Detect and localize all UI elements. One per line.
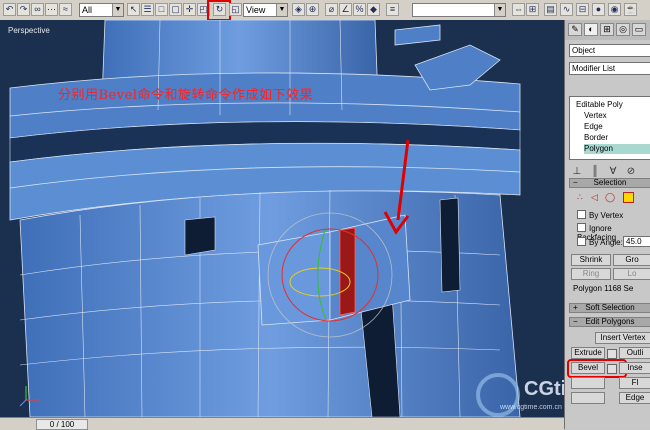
angle-snap-icon[interactable]: ∠ bbox=[339, 3, 352, 16]
render-scene-icon[interactable]: ◉ bbox=[608, 3, 621, 16]
subobject-level-row: ∴ ◁ ◯ bbox=[575, 192, 650, 206]
bind-space-warp-icon[interactable]: ≈ bbox=[59, 3, 72, 16]
chevron-down-icon: ▼ bbox=[276, 4, 287, 16]
selection-status-text: Polygon 1168 Se bbox=[573, 284, 634, 293]
selection-filter-dropdown[interactable]: All ▼ bbox=[79, 3, 124, 17]
stack-subobject-edge[interactable]: Edge bbox=[584, 122, 650, 132]
display-tab-icon[interactable]: ▭ bbox=[632, 23, 646, 36]
bevel-highlight bbox=[567, 359, 627, 378]
layer-manager-icon[interactable]: ▤ bbox=[544, 3, 557, 16]
frame-counter[interactable]: 0 / 100 bbox=[36, 419, 88, 430]
shrink-button[interactable]: Shrink bbox=[571, 254, 611, 266]
pivot-center-icon[interactable]: ◈ bbox=[292, 3, 305, 16]
make-unique-icon[interactable]: ∀ bbox=[607, 166, 619, 178]
select-object-icon[interactable]: ↖ bbox=[127, 3, 140, 16]
viewport-scene bbox=[0, 20, 564, 417]
ring-button[interactable]: Ring bbox=[571, 268, 611, 280]
command-panel: ✎ ◐ ⊞ ◎ ▭ Object Modifier List Editable … bbox=[564, 20, 650, 429]
hierarchy-tab-icon[interactable]: ⊞ bbox=[600, 23, 614, 36]
material-editor-icon[interactable]: ● bbox=[592, 3, 605, 16]
modifier-stack[interactable]: Editable Poly Vertex Edge Border Polygon bbox=[569, 96, 650, 160]
extrude-settings-icon[interactable] bbox=[607, 349, 617, 359]
stack-editable-poly[interactable]: Editable Poly bbox=[576, 100, 650, 110]
redo-icon[interactable]: ↷ bbox=[17, 3, 30, 16]
align-icon[interactable]: ⊞ bbox=[526, 3, 539, 16]
annotation-text: 分别用Bevel命令和旋转命令作成如下效果 bbox=[58, 88, 313, 103]
snaps-toggle-icon[interactable]: ⌀ bbox=[325, 3, 338, 16]
soft-selection-title: Soft Selection bbox=[585, 303, 635, 312]
rotate-tool-highlight bbox=[207, 0, 231, 21]
bridge-button[interactable] bbox=[571, 377, 605, 389]
object-name-field[interactable]: Object bbox=[569, 44, 650, 57]
by-angle-label: By Angle: bbox=[589, 238, 623, 247]
reference-coordinate-value: View bbox=[246, 5, 266, 15]
mirror-icon[interactable]: ⇔ bbox=[512, 3, 525, 16]
edit-polygons-title: Edit Polygons bbox=[585, 317, 635, 326]
spinner-snap-icon[interactable]: ◆ bbox=[367, 3, 380, 16]
stack-subobject-border[interactable]: Border bbox=[584, 133, 650, 143]
remove-modifier-icon[interactable]: ⊘ bbox=[625, 166, 637, 178]
edit-named-selections-icon[interactable]: ≡ bbox=[386, 3, 399, 16]
grow-button[interactable]: Gro bbox=[613, 254, 650, 266]
watermark-brand: CGtime bbox=[524, 378, 564, 400]
insert-vertex-button[interactable]: Insert Vertex bbox=[595, 332, 650, 344]
selection-rollout-title: Selection bbox=[593, 178, 627, 187]
perspective-viewport[interactable]: Perspective 分别用Bevel命令和旋转命令作成如下效果 CGtime… bbox=[0, 20, 564, 417]
manipulate-icon[interactable]: ⊕ bbox=[306, 3, 319, 16]
modifier-list-dropdown[interactable]: Modifier List bbox=[569, 62, 650, 75]
by-vertex-checkbox[interactable]: By Vertex bbox=[577, 210, 623, 220]
loop-button[interactable]: Lo bbox=[613, 268, 650, 280]
command-panel-tabs: ✎ ◐ ⊞ ◎ ▭ bbox=[565, 20, 650, 40]
schematic-view-icon[interactable]: ⊟ bbox=[576, 3, 589, 16]
vertex-level-icon[interactable]: ∴ bbox=[577, 192, 583, 203]
undo-icon[interactable]: ↶ bbox=[3, 3, 16, 16]
border-level-icon[interactable]: ◯ bbox=[605, 192, 615, 203]
watermark-url: www.cgtime.com.cn bbox=[500, 404, 562, 411]
main-toolbar: ↶ ↷ ∞ ⋯ ≈ All ▼ ↖ ☰ □ ▢ ✛ ◰ ↻ ◱ View ▼ ◈ ⊕… bbox=[0, 0, 650, 21]
inset-button[interactable]: Inse bbox=[619, 362, 650, 374]
pin-stack-icon[interactable]: ⊥ bbox=[571, 166, 583, 178]
select-move-icon[interactable]: ✛ bbox=[183, 3, 196, 16]
chevron-down-icon: ▼ bbox=[112, 4, 123, 16]
polygon-level-icon[interactable] bbox=[623, 192, 634, 203]
link-icon[interactable]: ∞ bbox=[31, 3, 44, 16]
stack-subobject-polygon[interactable]: Polygon bbox=[584, 144, 650, 154]
extrude-button[interactable]: Extrude bbox=[571, 347, 605, 359]
flip-button[interactable]: Fl bbox=[619, 377, 650, 389]
edit-polygons-rollout-header[interactable]: − Edit Polygons bbox=[569, 317, 650, 327]
outline-button[interactable]: Outli bbox=[619, 347, 650, 359]
window-crossing-icon[interactable]: ▢ bbox=[169, 3, 182, 16]
named-selection-dropdown[interactable]: ▼ bbox=[412, 3, 506, 17]
stack-subobject-vertex[interactable]: Vertex bbox=[584, 111, 650, 121]
show-end-result-icon[interactable]: ║ bbox=[589, 166, 601, 178]
viewport-label[interactable]: Perspective bbox=[8, 26, 50, 35]
hinge-button[interactable] bbox=[571, 392, 605, 404]
time-slider[interactable]: 0 / 100 bbox=[0, 417, 564, 430]
reference-coordinate-dropdown[interactable]: View ▼ bbox=[243, 3, 288, 17]
edge-level-icon[interactable]: ◁ bbox=[591, 192, 598, 203]
select-by-name-icon[interactable]: ☰ bbox=[141, 3, 154, 16]
create-tab-icon[interactable]: ✎ bbox=[568, 23, 582, 36]
selection-rollout-header[interactable]: − Selection bbox=[569, 178, 650, 188]
selection-filter-value: All bbox=[82, 5, 93, 15]
select-uniform-scale-icon[interactable]: ◱ bbox=[229, 3, 242, 16]
select-region-icon[interactable]: □ bbox=[155, 3, 168, 16]
angle-value-field[interactable]: 45.0 bbox=[623, 236, 650, 247]
quick-render-icon[interactable]: ☕ bbox=[624, 3, 637, 16]
modify-tab-icon[interactable]: ◐ bbox=[584, 23, 598, 36]
chevron-down-icon: ▼ bbox=[494, 4, 505, 16]
soft-selection-rollout-header[interactable]: + Soft Selection bbox=[569, 303, 650, 313]
edge-button[interactable]: Edge bbox=[619, 392, 650, 404]
by-vertex-label: By Vertex bbox=[589, 211, 624, 220]
motion-tab-icon[interactable]: ◎ bbox=[616, 23, 630, 36]
by-angle-checkbox[interactable]: By Angle: bbox=[577, 237, 623, 247]
unlink-icon[interactable]: ⋯ bbox=[45, 3, 58, 16]
curve-editor-icon[interactable]: ∿ bbox=[560, 3, 573, 16]
percent-snap-icon[interactable]: % bbox=[353, 3, 366, 16]
